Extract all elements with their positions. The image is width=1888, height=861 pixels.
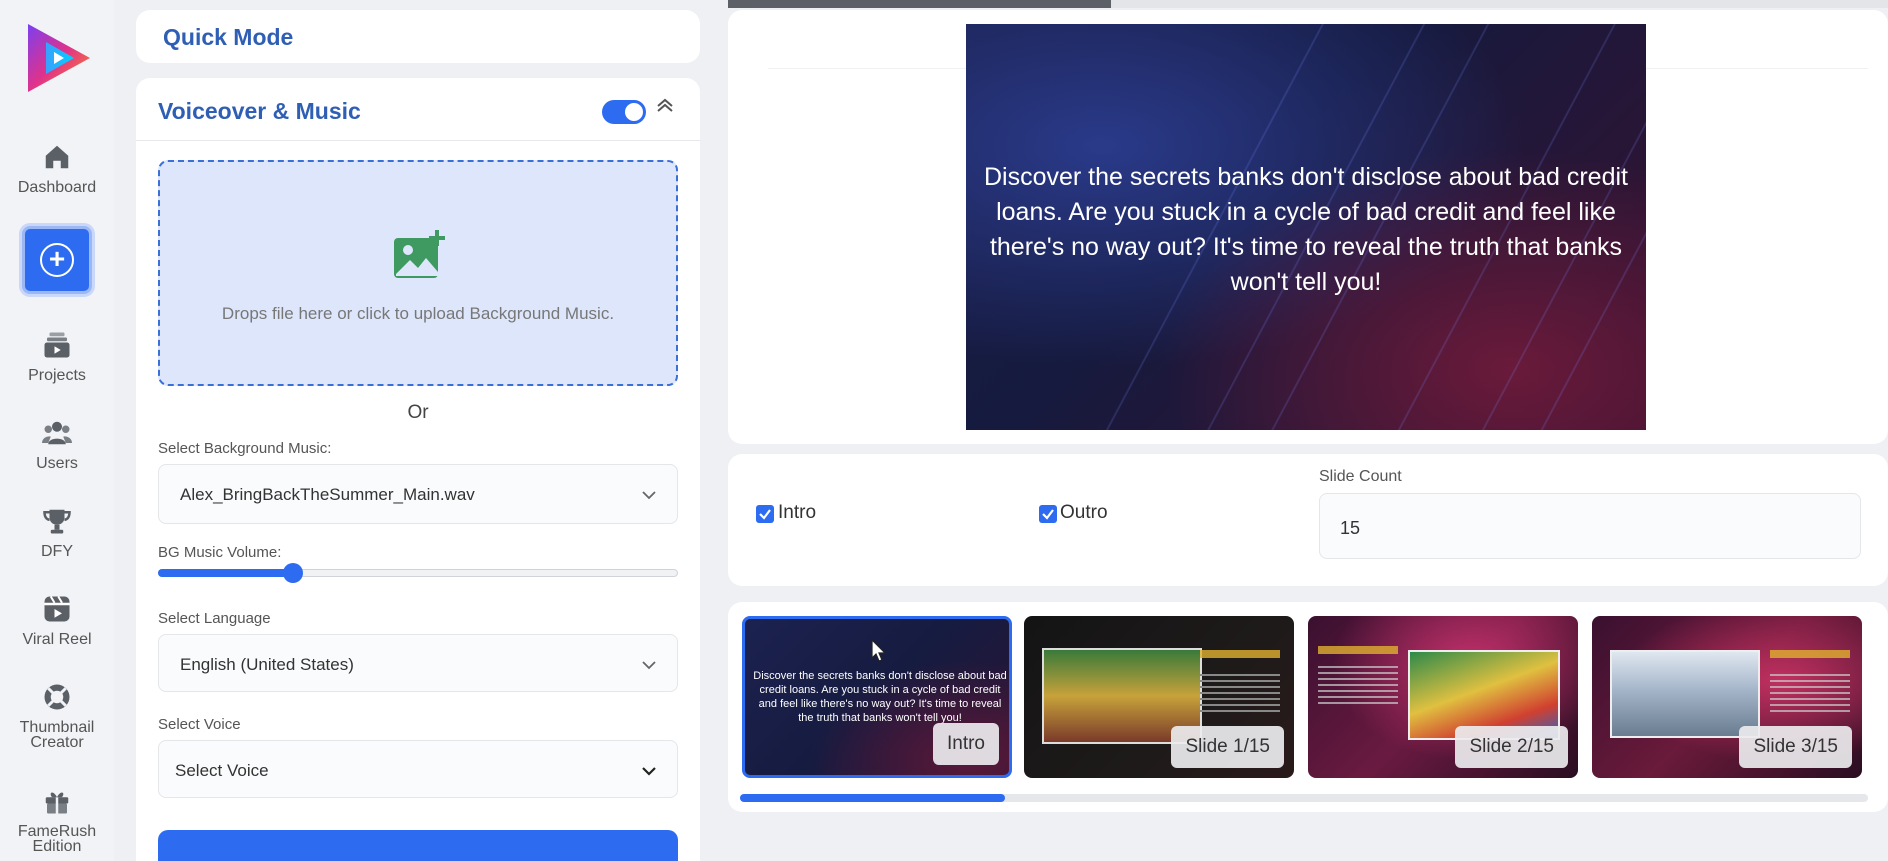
quick-mode-title: Quick Mode <box>163 24 294 50</box>
slide-thumb-intro[interactable]: Discover the secrets banks don't disclos… <box>742 616 1012 778</box>
slide-options-card: Intro Outro Slide Count 15 <box>728 454 1888 586</box>
slide-thumb-2[interactable]: Slide 2/15 <box>1308 616 1578 778</box>
create-project-button[interactable]: + <box>22 226 92 294</box>
sidebar-item-dashboard[interactable]: Dashboard <box>0 142 114 196</box>
trophy-icon <box>42 506 72 536</box>
chevron-down-icon <box>641 763 657 779</box>
slide-3-image <box>1610 650 1760 738</box>
slide-3-text-lines <box>1770 674 1850 714</box>
render-progress-fill <box>728 0 1111 8</box>
slide-2-heading <box>1318 646 1398 654</box>
bg-music-value: Alex_BringBackTheSummer_Main.wav <box>180 485 475 504</box>
intro-label: Intro <box>778 502 817 523</box>
collapse-up-icon[interactable] <box>653 94 677 118</box>
language-value: English (United States) <box>180 655 354 674</box>
chevron-down-icon <box>641 487 657 503</box>
sidebar-item-famerush-edition[interactable]: FameRush Edition <box>0 786 114 855</box>
slide-count-value: 15 <box>1340 518 1361 538</box>
sidebar-item-viral-reel[interactable]: Viral Reel <box>0 594 114 648</box>
voice-select[interactable]: Select Voice <box>158 740 678 798</box>
sidebar-item-label: Dashboard <box>17 179 97 196</box>
quick-mode-card: Quick Mode <box>136 10 700 63</box>
slide-thumb-label: Slide 2/15 <box>1455 726 1568 768</box>
voiceover-music-card: Voiceover & Music Drops file here or cli… <box>136 78 700 861</box>
video-preview[interactable]: Discover the secrets banks don't disclos… <box>966 24 1646 430</box>
bg-music-select[interactable]: Alex_BringBackTheSummer_Main.wav <box>158 464 678 524</box>
sidebar-item-thumbnail-creator[interactable]: Thumbnail Creator <box>0 682 114 751</box>
cursor-icon <box>871 639 887 662</box>
voice-label: Select Voice <box>158 716 241 733</box>
sidebar-item-users[interactable]: Users <box>0 418 114 472</box>
slide-thumb-label: Slide 3/15 <box>1739 726 1852 768</box>
sidebar-item-label: Thumbnail Creator <box>19 719 95 751</box>
bg-music-volume-slider[interactable] <box>158 563 678 583</box>
slide-thumb-label: Intro <box>932 723 999 765</box>
chevron-down-icon <box>641 657 657 673</box>
slide-thumb-1[interactable]: Slide 1/15 <box>1024 616 1294 778</box>
outro-checkbox[interactable] <box>1039 505 1057 523</box>
slide-thumb-3[interactable]: Slide 3/15 <box>1592 616 1862 778</box>
gift-icon <box>42 786 72 816</box>
sidebar-item-label: Users <box>36 455 78 472</box>
video-caption: Discover the secrets banks don't disclos… <box>983 163 1628 296</box>
slider-fill <box>158 569 294 577</box>
volume-label: BG Music Volume: <box>158 544 282 561</box>
or-separator: Or <box>407 402 429 423</box>
sidebar-item-projects[interactable]: Projects <box>0 330 114 384</box>
sidebar-item-label: Viral Reel <box>22 631 92 648</box>
slider-thumb[interactable] <box>283 563 304 583</box>
language-label: Select Language <box>158 610 271 627</box>
bg-music-label: Select Background Music: <box>158 440 332 457</box>
users-icon <box>42 418 72 448</box>
plus-icon: + <box>40 243 74 277</box>
slide-count-input[interactable]: 15 <box>1319 493 1861 559</box>
language-select[interactable]: English (United States) <box>158 634 678 692</box>
intro-checkbox[interactable] <box>756 505 774 523</box>
voiceover-toggle[interactable] <box>602 100 646 124</box>
outro-label: Outro <box>1060 502 1108 523</box>
voice-value: Select Voice <box>175 761 269 780</box>
sidebar: Dashboard + Projects Users DFY Viral Ree… <box>0 0 114 861</box>
lifebuoy-icon <box>42 682 72 712</box>
home-icon <box>42 142 72 172</box>
render-progress <box>728 0 1888 8</box>
add-image-icon <box>392 230 448 282</box>
slide-3-heading <box>1770 650 1850 658</box>
slides-scroll-thumb[interactable] <box>740 794 1006 802</box>
reel-icon <box>42 594 72 624</box>
sidebar-item-label: DFY <box>41 543 73 560</box>
slide-1-text-lines <box>1200 674 1280 714</box>
app-logo[interactable] <box>24 20 94 96</box>
video-preview-card: Discover the secrets banks don't disclos… <box>728 10 1888 444</box>
sidebar-item-label: Projects <box>28 367 86 384</box>
slide-thumb-label: Slide 1/15 <box>1171 726 1284 768</box>
slides-scrollbar[interactable] <box>740 794 1868 802</box>
dropzone-text: Drops file here or click to upload Backg… <box>221 304 615 323</box>
sidebar-item-label: FameRush Edition <box>17 823 97 855</box>
divider <box>136 140 700 141</box>
voiceover-music-title: Voiceover & Music <box>158 98 361 124</box>
slide-2-text-lines <box>1318 666 1398 706</box>
background-music-dropzone[interactable]: Drops file here or click to upload Backg… <box>158 160 678 386</box>
slide-thumb-text: Discover the secrets banks don't disclos… <box>753 670 1007 724</box>
sidebar-item-dfy[interactable]: DFY <box>0 506 114 560</box>
slide-1-heading <box>1200 650 1280 658</box>
toggle-knob <box>625 103 643 121</box>
generate-button[interactable] <box>158 830 678 861</box>
slides-strip-card: Discover the secrets banks don't disclos… <box>728 602 1888 812</box>
slide-count-label: Slide Count <box>1319 468 1402 485</box>
projects-icon <box>42 330 72 360</box>
